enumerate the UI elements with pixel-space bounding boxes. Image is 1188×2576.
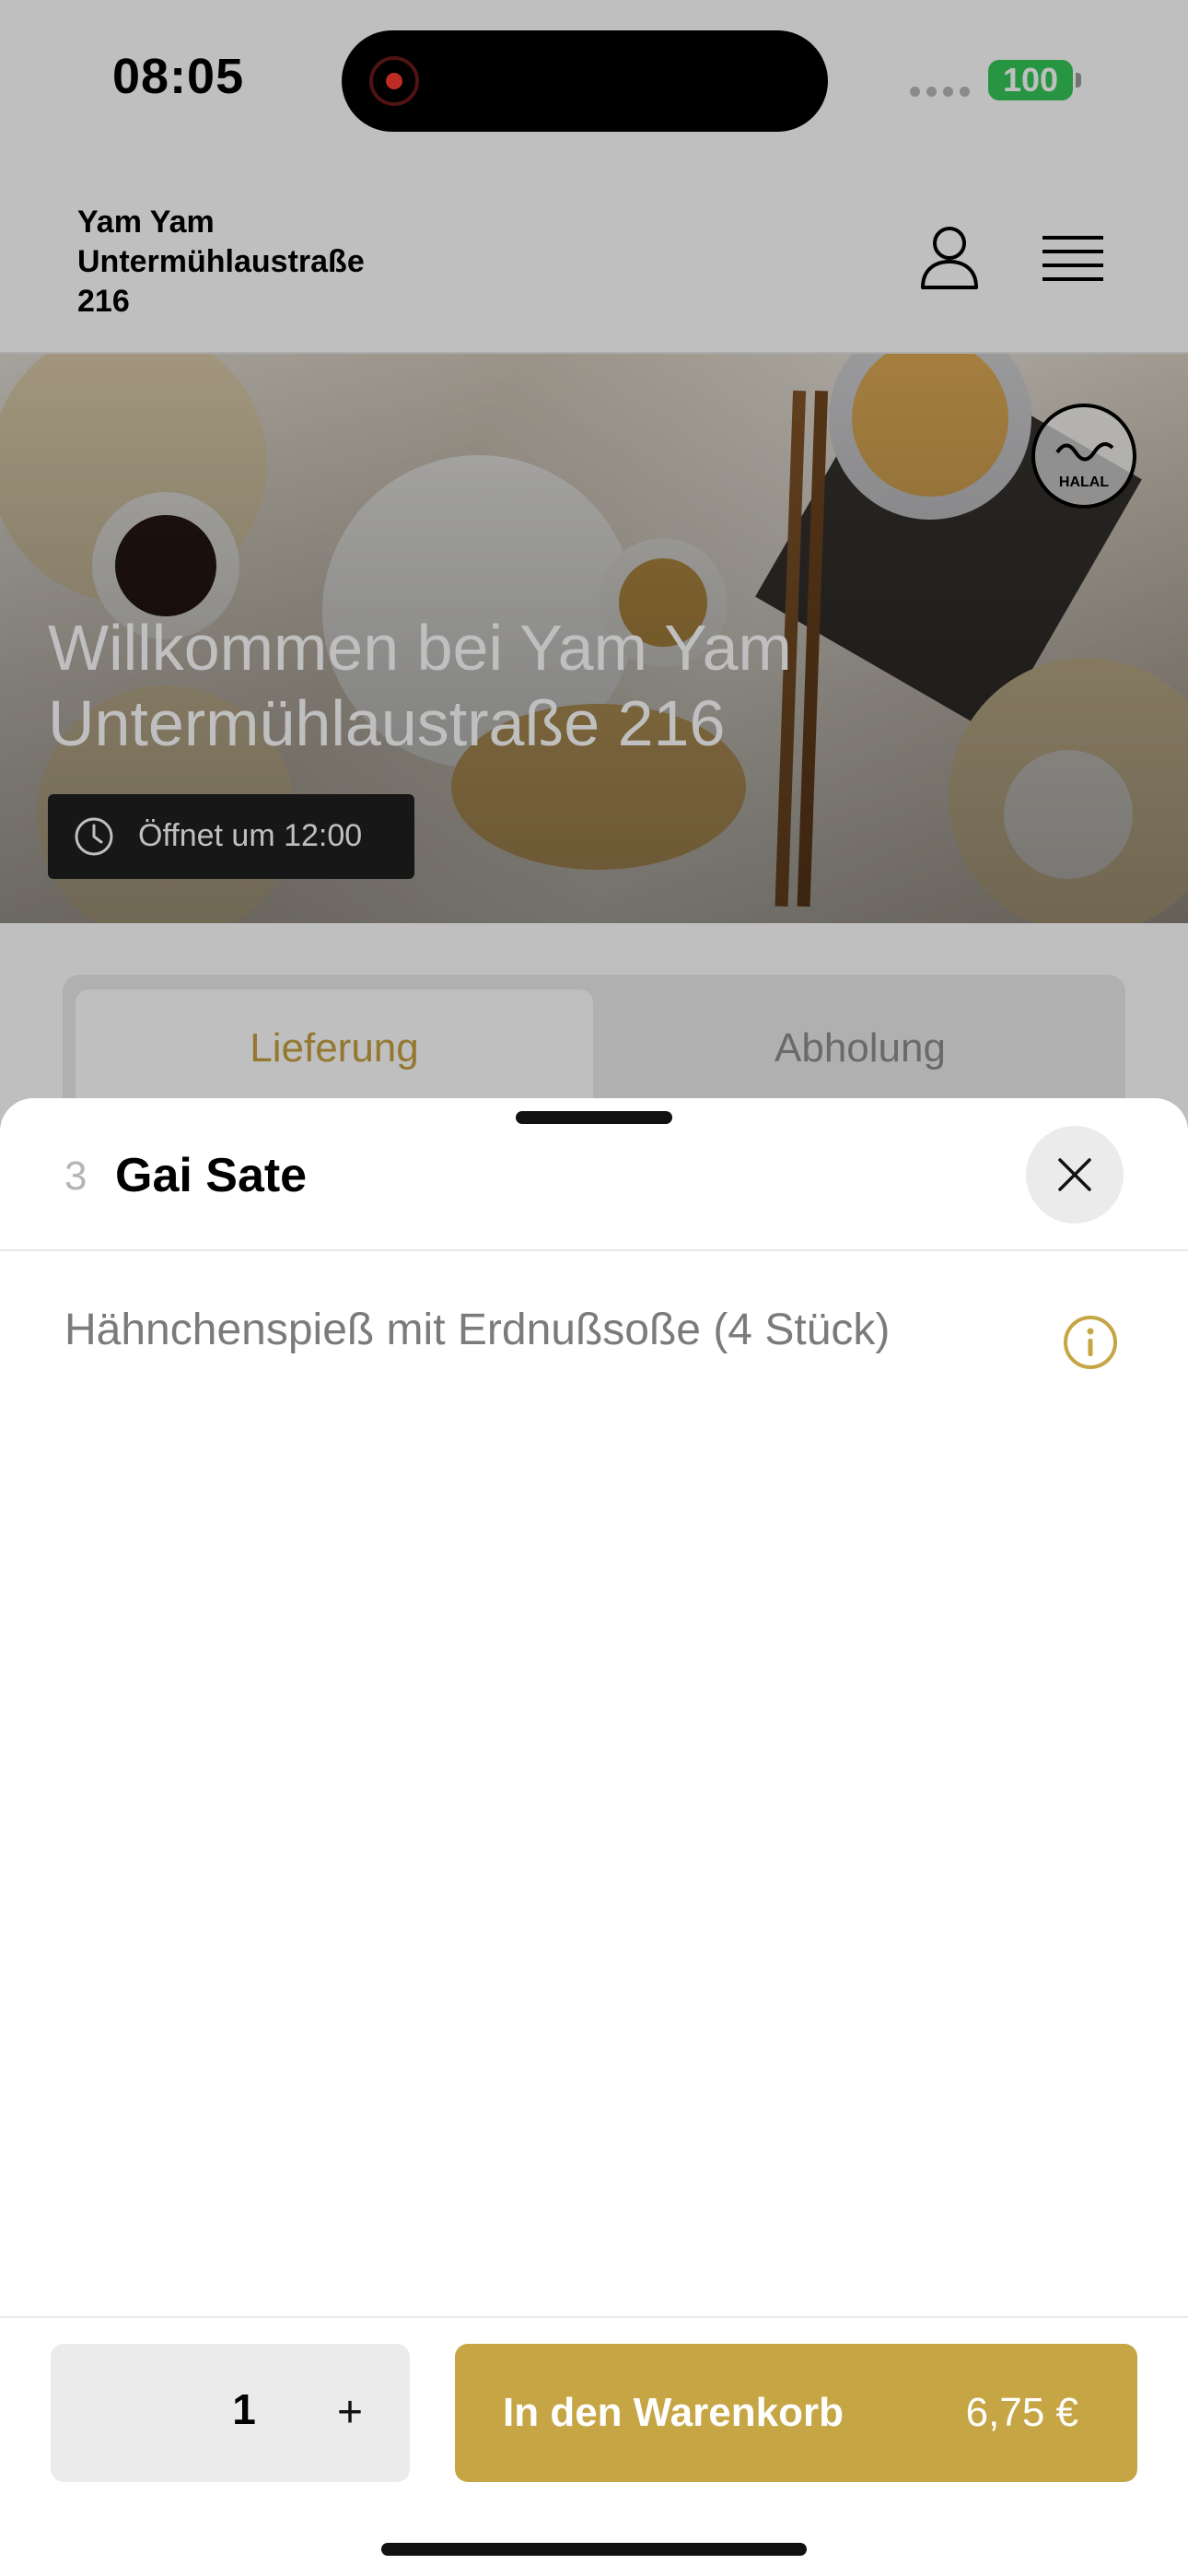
increase-quantity-button[interactable]: + xyxy=(318,2381,382,2445)
info-icon[interactable] xyxy=(1062,1314,1119,1371)
close-button[interactable] xyxy=(1026,1126,1124,1224)
item-price: 6,75 € xyxy=(965,2390,1078,2435)
quantity-stepper: 1 + xyxy=(51,2344,410,2482)
quantity-value: 1 xyxy=(232,2385,256,2433)
sheet-grabber[interactable] xyxy=(516,1111,672,1124)
divider xyxy=(0,1249,1188,1251)
item-title: Gai Sate xyxy=(115,1149,308,1202)
close-icon xyxy=(1058,1158,1091,1191)
item-description: Hähnchenspieß mit Erdnußsoße (4 Stück) xyxy=(64,1306,891,1354)
item-number: 3 xyxy=(64,1153,87,1199)
add-to-cart-label: In den Warenkorb xyxy=(503,2390,844,2435)
add-to-cart-button[interactable]: In den Warenkorb 6,75 € xyxy=(455,2344,1137,2482)
home-indicator xyxy=(381,2543,807,2556)
footer-divider xyxy=(0,2316,1188,2318)
product-detail-sheet: 3 Gai Sate Hähnchenspieß mit Erdnußsoße … xyxy=(0,1098,1188,2576)
